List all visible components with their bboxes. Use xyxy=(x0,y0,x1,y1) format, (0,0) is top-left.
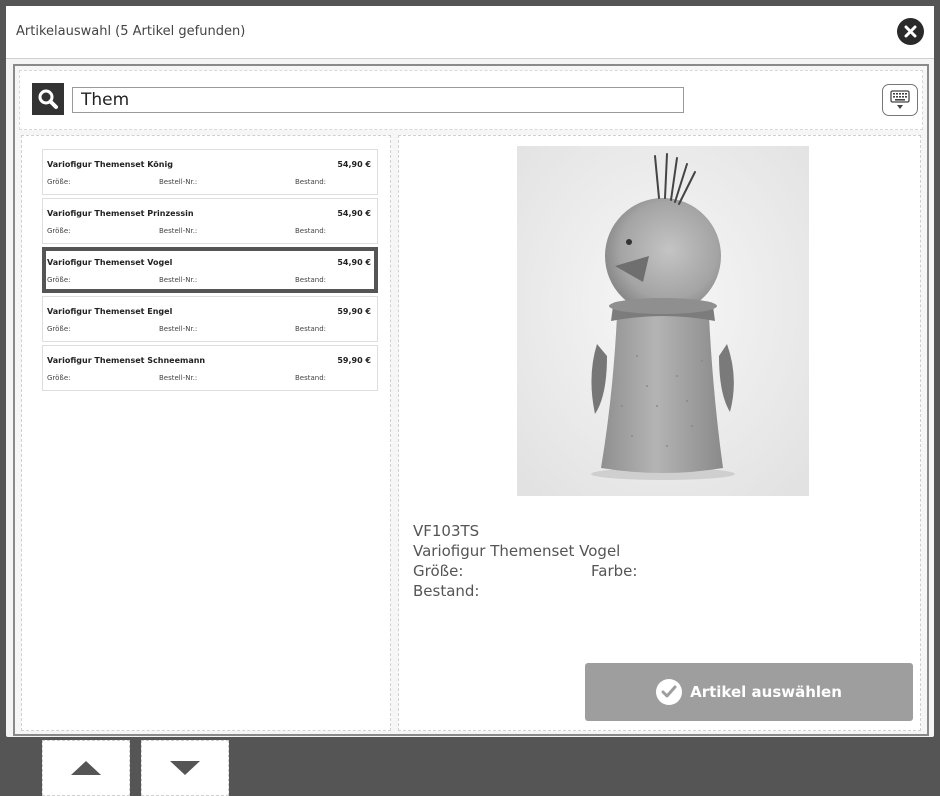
search-input[interactable] xyxy=(72,87,684,113)
title-bar: Artikelauswahl (5 Artikel gefunden) xyxy=(6,6,934,59)
keyboard-button[interactable] xyxy=(882,84,918,116)
list-item[interactable]: Variofigur Themenset König 54,90 € Größe… xyxy=(42,149,378,195)
item-name: Variofigur Themenset Vogel xyxy=(47,258,173,267)
list-item-selected[interactable]: Variofigur Themenset Vogel 54,90 € Größe… xyxy=(42,247,378,293)
item-price: 54,90 € xyxy=(337,258,371,267)
search-icon xyxy=(38,89,58,109)
item-stock-label: Bestand: xyxy=(295,178,327,186)
select-article-label: Artikel auswählen xyxy=(690,683,842,701)
check-circle-icon xyxy=(656,679,683,705)
item-name: Variofigur Themenset König xyxy=(47,160,173,169)
detail-name: Variofigur Themenset Vogel xyxy=(413,542,621,560)
list-item[interactable]: Variofigur Themenset Prinzessin 54,90 € … xyxy=(42,198,378,244)
item-stock-label: Bestand: xyxy=(295,325,327,333)
scroll-down-button[interactable] xyxy=(141,740,229,796)
product-image xyxy=(517,146,809,496)
dialog-title: Artikelauswahl (5 Artikel gefunden) xyxy=(16,24,246,39)
item-price: 59,90 € xyxy=(337,356,371,365)
product-bird-figure-image xyxy=(517,146,809,496)
item-order-no-label: Bestell-Nr.: xyxy=(159,178,198,186)
close-icon xyxy=(904,25,917,38)
item-order-no-label: Bestell-Nr.: xyxy=(159,227,198,235)
list-item[interactable]: Variofigur Themenset Schneemann 59,90 € … xyxy=(42,345,378,391)
arrow-down-icon xyxy=(170,761,200,775)
item-order-no-label: Bestell-Nr.: xyxy=(159,374,198,382)
article-list: Variofigur Themenset König 54,90 € Größe… xyxy=(42,149,378,394)
item-stock-label: Bestand: xyxy=(295,227,327,235)
item-name: Variofigur Themenset Prinzessin xyxy=(47,209,194,218)
content-area: Variofigur Themenset König 54,90 € Größe… xyxy=(13,64,929,796)
item-order-no-label: Bestell-Nr.: xyxy=(159,325,198,333)
article-detail-panel: VF103TS Variofigur Themenset Vogel Größe… xyxy=(398,135,921,731)
item-size-label: Größe: xyxy=(47,227,71,235)
item-price: 54,90 € xyxy=(337,160,371,169)
search-button[interactable] xyxy=(32,83,64,115)
close-button[interactable] xyxy=(897,18,924,45)
item-price: 54,90 € xyxy=(337,209,371,218)
item-size-label: Größe: xyxy=(47,276,71,284)
article-list-panel: Variofigur Themenset König 54,90 € Größe… xyxy=(21,135,391,796)
detail-size-label: Größe: xyxy=(413,562,464,580)
detail-attributes-row: Größe: Farbe: xyxy=(413,561,637,581)
detail-color-label: Farbe: xyxy=(591,562,638,580)
scroll-up-button[interactable] xyxy=(42,740,130,796)
item-size-label: Größe: xyxy=(47,374,71,382)
select-article-button[interactable]: Artikel auswählen xyxy=(585,663,913,721)
arrow-up-icon xyxy=(71,761,101,775)
keyboard-icon xyxy=(890,90,910,109)
item-size-label: Größe: xyxy=(47,178,71,186)
item-order-no-label: Bestell-Nr.: xyxy=(159,276,198,284)
detail-stock-label: Bestand: xyxy=(413,582,480,600)
item-stock-label: Bestand: xyxy=(295,374,327,382)
article-details: VF103TS Variofigur Themenset Vogel Größe… xyxy=(413,521,637,601)
search-bar xyxy=(19,70,923,130)
item-price: 59,90 € xyxy=(337,307,371,316)
item-name: Variofigur Themenset Schneemann xyxy=(47,356,206,365)
item-name: Variofigur Themenset Engel xyxy=(47,307,173,316)
item-size-label: Größe: xyxy=(47,325,71,333)
list-item[interactable]: Variofigur Themenset Engel 59,90 € Größe… xyxy=(42,296,378,342)
article-selection-dialog: Artikelauswahl (5 Artikel gefunden) Them… xyxy=(6,6,934,796)
item-stock-label: Bestand: xyxy=(295,276,327,284)
detail-sku: VF103TS xyxy=(413,522,480,540)
